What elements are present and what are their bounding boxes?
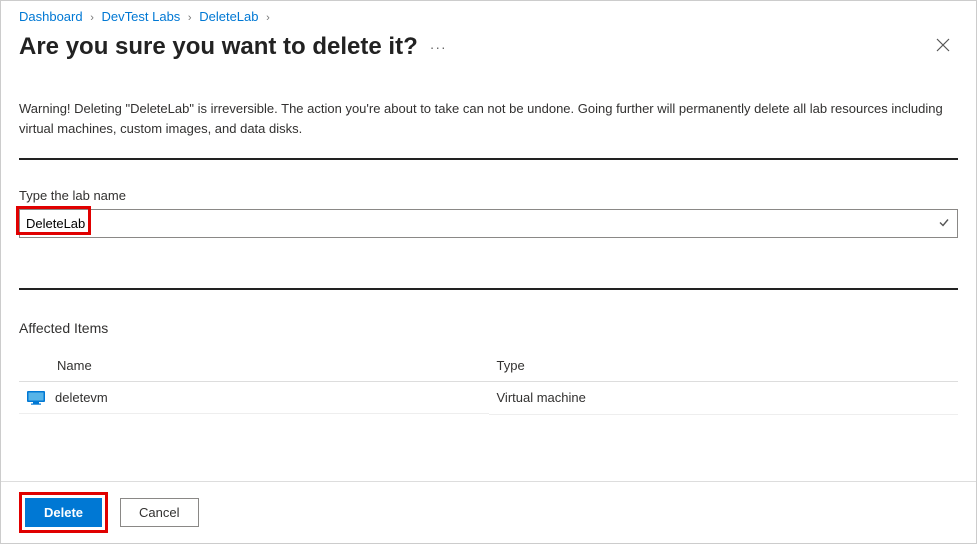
row-name: deletevm [55, 390, 108, 405]
breadcrumb-deletelab[interactable]: DeleteLab [199, 9, 258, 24]
chevron-right-icon: › [188, 12, 192, 24]
affected-items-heading: Affected Items [19, 320, 958, 336]
check-icon [938, 216, 950, 231]
highlight-box: Delete [19, 492, 108, 533]
lab-name-label: Type the lab name [19, 188, 958, 203]
chevron-right-icon: › [266, 12, 270, 24]
vm-icon [27, 391, 45, 405]
page-title: Are you sure you want to delete it? [19, 33, 418, 61]
footer: Delete Cancel [1, 481, 976, 543]
divider [19, 288, 958, 290]
lab-name-input[interactable] [19, 209, 958, 238]
column-header-type[interactable]: Type [489, 350, 959, 382]
column-header-name[interactable]: Name [19, 350, 489, 382]
delete-button[interactable]: Delete [25, 498, 102, 527]
row-type: Virtual machine [489, 382, 959, 415]
chevron-right-icon: › [90, 12, 94, 24]
breadcrumb-dashboard[interactable]: Dashboard [19, 9, 83, 24]
breadcrumb-devtestlabs[interactable]: DevTest Labs [102, 9, 181, 24]
divider [19, 158, 958, 160]
affected-items-table: Name Type deletevm Virtu [19, 350, 958, 415]
table-row[interactable]: deletevm Virtual machine [19, 382, 958, 415]
cancel-button[interactable]: Cancel [120, 498, 198, 527]
close-icon[interactable] [928, 32, 958, 61]
breadcrumb: Dashboard › DevTest Labs › DeleteLab › [1, 1, 976, 28]
warning-text: Warning! Deleting "DeleteLab" is irrever… [19, 81, 958, 154]
header: Are you sure you want to delete it? ··· [1, 28, 976, 71]
more-icon[interactable]: ··· [430, 39, 447, 55]
